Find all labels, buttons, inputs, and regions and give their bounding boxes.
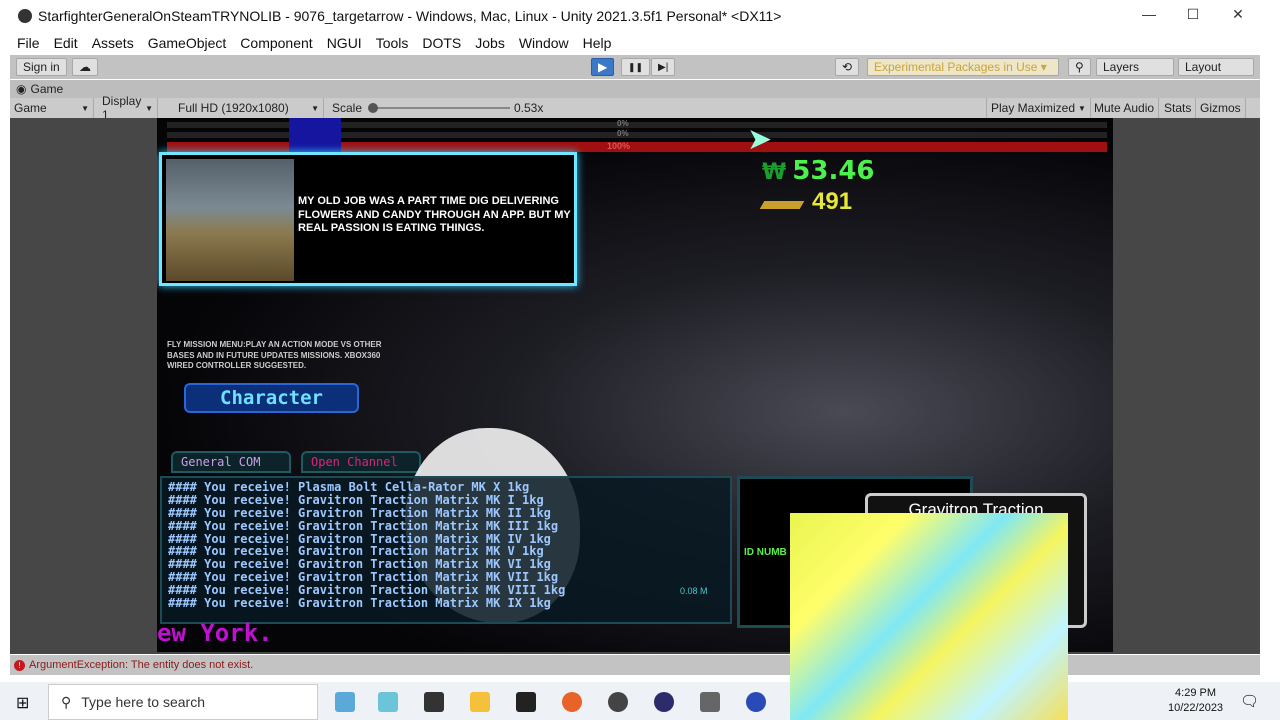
stats-toggle[interactable]: Stats <box>1160 98 1197 118</box>
score-value: 53.46 <box>792 156 875 186</box>
com-line: #### You receive! Plasma Bolt Cella-Rato… <box>168 480 530 494</box>
windows-start-icon[interactable]: ⊞ <box>16 693 29 713</box>
menu-gameobject[interactable]: GameObject <box>148 35 227 51</box>
layers-dropdown[interactable]: Layers <box>1096 58 1174 76</box>
com-line: #### You receive! Gravitron Traction Mat… <box>168 518 559 533</box>
tab-open-channel[interactable]: Open Channel <box>301 451 421 473</box>
taskbar-app-icon[interactable] <box>516 692 536 712</box>
menu-help[interactable]: Help <box>583 35 612 51</box>
display-dropdown[interactable]: Display 1 ▼ <box>98 94 158 122</box>
pause-button[interactable]: ❚❚ <box>621 58 651 76</box>
status-bar[interactable]: ! ArgumentException: The entity does not… <box>10 655 1260 675</box>
location-text: ew York. <box>157 619 273 647</box>
file-explorer-icon[interactable] <box>470 692 490 712</box>
menu-file[interactable]: File <box>17 35 40 51</box>
game-controller-icon: ◉ <box>16 82 27 96</box>
credits-value: 491 <box>812 188 853 215</box>
sign-in-button[interactable]: Sign in <box>16 58 67 76</box>
menu-component[interactable]: Component <box>240 35 312 51</box>
main-toolbar: Sign in ☁ ▶ ❚❚ ▶| ⟲ Experimental Package… <box>10 55 1260 79</box>
speed-readout: 0.08 M <box>680 586 708 596</box>
game-tab[interactable]: ◉ Game <box>10 80 1260 98</box>
play-maximized-dropdown[interactable]: Play Maximized ▼ <box>986 98 1091 118</box>
resolution-label: Full HD (1920x1080) <box>178 101 289 115</box>
error-message[interactable]: ArgumentException: The entity does not e… <box>29 659 253 671</box>
cloud-icon[interactable]: ☁ <box>72 58 98 76</box>
com-panel: #### You receive! Plasma Bolt Cella-Rato… <box>160 476 732 624</box>
mute-audio-toggle[interactable]: Mute Audio <box>1090 98 1160 118</box>
firefox-icon[interactable] <box>562 692 582 712</box>
id-number-label: ID NUMB <box>744 547 787 558</box>
search-placeholder: Type here to search <box>81 694 206 710</box>
com-line: #### You receive! Gravitron Traction Mat… <box>168 505 551 520</box>
layout-dropdown[interactable]: Layout <box>1178 58 1254 76</box>
scale-slider-handle[interactable] <box>368 103 378 113</box>
7zip-icon[interactable] <box>424 692 444 712</box>
menu-assets[interactable]: Assets <box>92 35 134 51</box>
notifications-icon[interactable]: 🗨 <box>1240 692 1259 710</box>
window-title: StarfighterGeneralOnSteamTRYNOLIB - 9076… <box>38 8 782 24</box>
menu-jobs[interactable]: Jobs <box>475 35 505 51</box>
shark-portrait <box>166 159 294 281</box>
dialog-text: MY OLD JOB WAS A PART TIME DIG DELIVERIN… <box>298 195 571 234</box>
clock-time: 4:29 PM <box>1175 687 1217 699</box>
taskbar-app-icon[interactable] <box>378 692 398 712</box>
hud-bar-label: 100% <box>607 141 631 151</box>
menu-bar: File Edit Assets GameObject Component NG… <box>0 32 1280 54</box>
target-arrow-icon: ➤ <box>747 123 773 156</box>
webcam-overlay <box>790 513 1068 720</box>
character-button[interactable]: Character <box>184 383 359 413</box>
unity-icon <box>18 9 32 23</box>
fly-mission-text: FLY MISSION MENU:PLAY AN ACTION MODE VS … <box>167 340 382 370</box>
play-button[interactable]: ▶ <box>591 58 615 76</box>
com-log: #### You receive! Plasma Bolt Cella-Rato… <box>168 481 565 610</box>
com-line: #### You receive! Gravitron Traction Mat… <box>168 596 551 611</box>
score: ₩53.46 <box>762 156 875 186</box>
clock-date: 10/22/2023 <box>1168 702 1224 714</box>
menu-edit[interactable]: Edit <box>54 35 78 51</box>
tab-general-com[interactable]: General COM <box>171 451 291 473</box>
view-dropdown[interactable]: Game ▼ <box>10 98 94 118</box>
scale-value: 0.53x <box>514 101 544 115</box>
hud-bar-label: 0% <box>617 129 629 138</box>
dialog-box: MY OLD JOB WAS A PART TIME DIG DELIVERIN… <box>159 152 577 286</box>
gizmos-toggle[interactable]: Gizmos <box>1196 98 1246 118</box>
minimize-button[interactable]: — <box>1134 6 1164 22</box>
play-maximized-label: Play Maximized <box>991 101 1076 115</box>
credits: 491 <box>759 188 853 216</box>
hud-bar-label: 0% <box>617 119 629 128</box>
menu-tools[interactable]: Tools <box>376 35 409 51</box>
game-toolbar: Game ▼ Display 1 ▼ Full HD (1920x1080) ▼ Sc… <box>10 94 1260 122</box>
eclipse-icon[interactable] <box>654 692 674 712</box>
taskbar-clock[interactable]: 4:29 PM 10/22/2023 <box>1168 686 1223 716</box>
gimp-icon[interactable] <box>700 692 720 712</box>
scale-label: Scale <box>332 101 363 115</box>
experimental-packages-dropdown[interactable]: Experimental Packages in Use ▾ <box>867 58 1059 76</box>
gold-bar-icon <box>759 201 805 209</box>
search-icon: ⚲ <box>61 693 72 710</box>
resolution-dropdown[interactable]: Full HD (1920x1080) ▼ <box>174 98 324 118</box>
maximize-button[interactable]: ☐ <box>1178 6 1208 23</box>
menu-ngui[interactable]: NGUI <box>327 35 362 51</box>
taskbar-app-icon[interactable] <box>335 692 355 712</box>
error-icon: ! <box>14 659 25 671</box>
currency-icon: ₩ <box>762 160 787 185</box>
history-icon[interactable]: ⟲ <box>835 58 860 76</box>
com-line: #### You receive! Gravitron Traction Mat… <box>168 492 544 507</box>
game-tab-label: Game <box>30 82 64 96</box>
close-button[interactable]: ✕ <box>1223 6 1253 23</box>
view-label: Game <box>14 101 47 115</box>
unity-hub-icon[interactable] <box>608 692 628 712</box>
menu-window[interactable]: Window <box>519 35 569 51</box>
search-icon[interactable]: ⚲ <box>1068 58 1091 76</box>
step-button[interactable]: ▶| <box>651 58 676 76</box>
menu-dots[interactable]: DOTS <box>422 35 461 51</box>
audacity-icon[interactable] <box>746 692 766 712</box>
taskbar-search[interactable]: ⚲ Type here to search <box>48 684 318 720</box>
scale-slider[interactable] <box>368 103 510 113</box>
title-bar: StarfighterGeneralOnSteamTRYNOLIB - 9076… <box>0 0 1280 32</box>
